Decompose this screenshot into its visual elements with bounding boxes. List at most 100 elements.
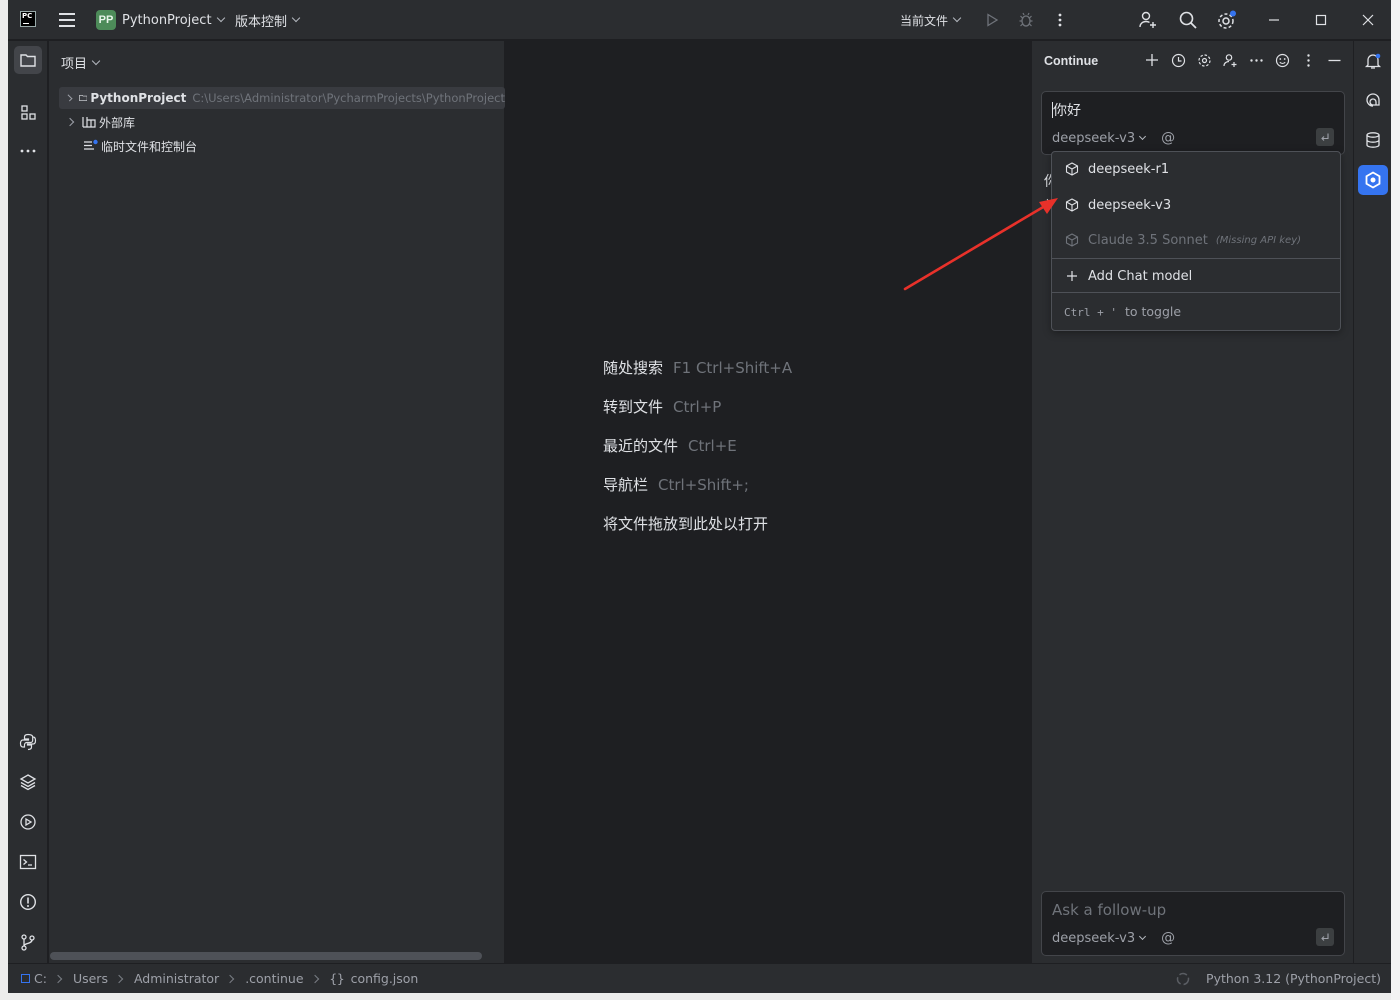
structure-icon — [21, 105, 36, 120]
problems-tool-button[interactable] — [14, 888, 42, 916]
continue-toolbar — [1143, 51, 1343, 69]
vcs-menu[interactable]: 版本控制 — [235, 0, 301, 40]
breadcrumb-users[interactable]: Users — [73, 971, 108, 986]
ai-spiral-icon — [1366, 93, 1380, 107]
settings-gear-icon[interactable] — [1216, 9, 1238, 31]
chevron-down-icon — [91, 56, 101, 65]
terminal-tool-button[interactable] — [14, 848, 42, 876]
breadcrumb-administrator[interactable]: Administrator — [134, 971, 219, 986]
chat-input-text[interactable]: 你好 — [1052, 100, 1081, 120]
more-vertical-icon — [1306, 53, 1310, 67]
python-interpreter[interactable]: Python 3.12 (PythonProject) — [1206, 971, 1381, 986]
project-name: PythonProject — [122, 12, 212, 28]
add-chat-model-button[interactable]: Add Chat model — [1052, 259, 1340, 293]
layers-tool-button[interactable] — [14, 768, 42, 796]
toggle-shortcut-hint: Ctrl + ' to toggle — [1064, 304, 1181, 319]
history-button[interactable] — [1169, 51, 1187, 69]
breadcrumb-continue[interactable]: .continue — [245, 971, 303, 986]
minimize-button[interactable] — [1251, 0, 1297, 40]
ide-window: PC PP PythonProject 版本控制 当前文件 项目 PythonP… — [8, 0, 1391, 993]
add-user-icon[interactable] — [1138, 10, 1158, 30]
missing-key-note: (Missing API key) — [1215, 234, 1302, 246]
terminal-icon — [19, 854, 37, 870]
continue-settings-button[interactable] — [1195, 51, 1213, 69]
python-console-icon — [19, 733, 37, 751]
problems-icon — [19, 893, 37, 911]
tree-item-external-libraries[interactable]: 外部库 — [49, 111, 505, 133]
more-tools-button[interactable] — [14, 137, 42, 165]
followup-submit-button[interactable] — [1316, 928, 1334, 946]
continue-plugin-button[interactable] — [1358, 165, 1388, 195]
editor-empty-area[interactable]: 随处搜索 F1 Ctrl+Shift+A 转到文件 Ctrl+P 最近的文件 Ctrl… — [506, 41, 1030, 963]
tree-item-label: 临时文件和控制台 — [101, 139, 198, 154]
account-button[interactable] — [1221, 51, 1239, 69]
cube-icon — [1065, 162, 1079, 176]
project-tool-button[interactable] — [14, 46, 42, 74]
sync-status-icon[interactable] — [1176, 972, 1190, 986]
title-bar: PC PP PythonProject 版本控制 当前文件 — [8, 0, 1391, 40]
followup-placeholder[interactable]: Ask a follow-up — [1052, 901, 1166, 919]
folder-icon — [78, 94, 88, 102]
chevron-right-icon — [114, 974, 124, 983]
chevron-down-icon — [952, 13, 962, 23]
model-option-deepseek-v3[interactable]: deepseek-v3 — [1052, 188, 1340, 222]
submit-button[interactable] — [1316, 128, 1334, 146]
notifications-button[interactable] — [1358, 46, 1388, 76]
model-selector[interactable]: deepseek-v3 @ — [1052, 130, 1175, 146]
new-session-button[interactable] — [1143, 51, 1161, 69]
git-tool-button[interactable] — [14, 928, 42, 956]
clock-icon — [1171, 53, 1185, 67]
hint-drop-files: 将文件拖放到此处以打开 — [603, 515, 769, 533]
minimize-icon — [1328, 59, 1340, 61]
project-panel: 项目 PythonProject C:\Users\Administrator\… — [49, 41, 505, 963]
hide-panel-button[interactable] — [1325, 51, 1343, 69]
toggle-shortcut-key: Ctrl + ' — [1064, 306, 1117, 319]
search-icon[interactable] — [1178, 10, 1198, 30]
services-tool-button[interactable] — [14, 808, 42, 836]
enter-icon — [1321, 133, 1329, 141]
close-button[interactable] — [1345, 0, 1391, 40]
panel-options-button[interactable] — [1299, 51, 1317, 69]
chat-input-box[interactable]: 你好 deepseek-v3 @ — [1041, 91, 1345, 155]
model-selector-label: deepseek-v3 — [1052, 130, 1136, 146]
project-badge[interactable]: PP — [96, 10, 116, 30]
hint-search-everywhere: 随处搜索 F1 Ctrl+Shift+A — [603, 359, 793, 377]
model-option-deepseek-r1[interactable]: deepseek-r1 — [1052, 152, 1340, 186]
more-vertical-icon[interactable] — [1052, 12, 1068, 28]
continue-logo-icon — [1365, 171, 1381, 189]
followup-model-selector[interactable]: deepseek-v3 @ — [1052, 930, 1175, 946]
project-selector[interactable]: PythonProject — [122, 0, 225, 40]
close-icon — [1362, 14, 1374, 26]
chevron-right-icon — [53, 974, 63, 983]
layers-icon — [19, 774, 37, 791]
emoji-button[interactable] — [1273, 51, 1291, 69]
structure-tool-button[interactable] — [14, 98, 42, 126]
maximize-icon — [1315, 14, 1327, 26]
mention-at-icon[interactable]: @ — [1161, 930, 1175, 946]
database-button[interactable] — [1358, 125, 1388, 155]
main-menu-button[interactable] — [59, 13, 75, 27]
tree-item-scratches[interactable]: 临时文件和控制台 — [49, 135, 505, 157]
followup-input-box[interactable]: Ask a follow-up deepseek-v3 @ — [1041, 891, 1345, 956]
run-config-selector[interactable]: 当前文件 — [900, 0, 962, 40]
status-bar: C: Users Administrator .continue {} conf… — [8, 963, 1391, 993]
horizontal-scrollbar[interactable] — [50, 952, 482, 960]
breadcrumb-config-json[interactable]: config.json — [351, 971, 419, 986]
run-icon[interactable] — [984, 12, 1000, 28]
python-console-button[interactable] — [14, 728, 42, 756]
enter-icon — [1321, 933, 1329, 941]
cube-icon — [1065, 198, 1079, 212]
ai-assistant-button[interactable] — [1358, 85, 1388, 115]
project-panel-header[interactable]: 项目 — [61, 53, 101, 72]
database-icon — [1366, 132, 1380, 148]
minimize-icon — [1269, 19, 1279, 21]
maximize-button[interactable] — [1298, 0, 1344, 40]
breadcrumb-drive[interactable]: C: — [34, 971, 47, 986]
debug-icon[interactable] — [1018, 12, 1034, 28]
chevron-down-icon — [216, 13, 225, 23]
mention-at-icon[interactable]: @ — [1161, 130, 1175, 146]
continue-title: Continue — [1044, 54, 1099, 68]
more-options-button[interactable] — [1247, 51, 1265, 69]
tree-item-project-root[interactable]: PythonProject C:\Users\Administrator\Pyc… — [59, 87, 505, 109]
ellipsis-icon — [1249, 58, 1263, 62]
